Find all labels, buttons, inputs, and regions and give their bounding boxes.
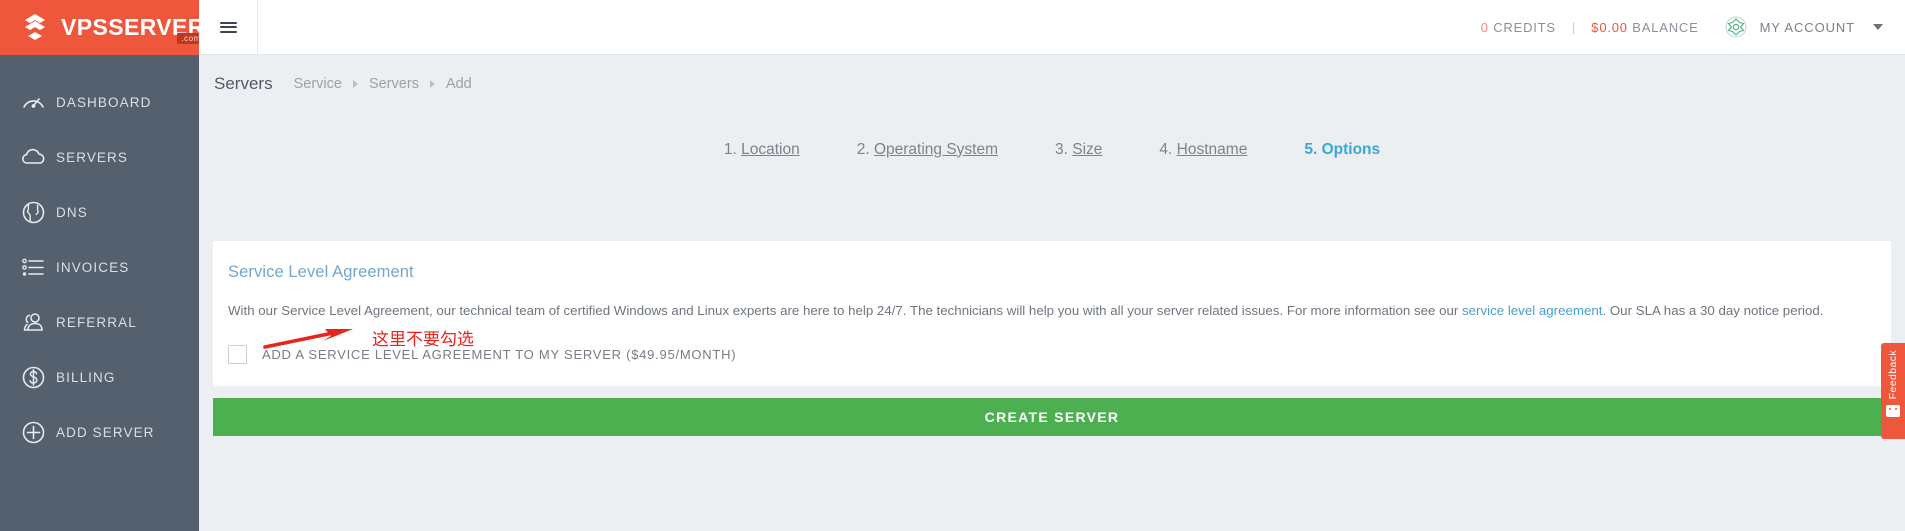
balance-value: $0.00: [1591, 19, 1628, 35]
step-label: Location: [741, 140, 800, 158]
globe-icon: [10, 199, 56, 226]
topbar-right-group: 0 CREDITS | $0.00 BALANCE MY ACCOUNT: [1481, 16, 1905, 38]
sla-description: With our Service Level Agreement, our te…: [213, 282, 1875, 321]
step-label: Size: [1072, 140, 1103, 158]
sla-checkbox[interactable]: [228, 345, 247, 364]
step-operating-system[interactable]: 2. Operating System: [857, 141, 998, 159]
step-label: Operating System: [873, 140, 999, 158]
sidebar-item-servers[interactable]: SERVERS: [0, 130, 199, 185]
sidebar-item-dashboard[interactable]: DASHBOARD: [0, 75, 199, 130]
sidebar-item-label: DNS: [56, 205, 88, 220]
brand-logo-area[interactable]: VPSSERVER .com: [0, 0, 205, 55]
sidebar-item-label: SERVERS: [56, 150, 128, 165]
sidebar-item-add-server[interactable]: ADD SERVER: [0, 405, 199, 460]
app-root: VPSSERVER .com DASHBOARD SERVERS DNS INV…: [0, 0, 1905, 531]
chevron-down-icon[interactable]: [1873, 24, 1883, 30]
breadcrumb-item-service[interactable]: Service: [294, 76, 342, 92]
cloud-icon: [10, 144, 56, 171]
sidebar-item-dns[interactable]: DNS: [0, 185, 199, 240]
feedback-tab[interactable]: Feedback: [1881, 343, 1905, 439]
sidebar-item-label: REFERRAL: [56, 315, 137, 330]
sidebar-item-referral[interactable]: REFERRAL: [0, 295, 199, 350]
list-icon: [10, 254, 56, 281]
users-icon: [10, 309, 56, 336]
breadcrumb: Servers Service Servers Add: [199, 55, 1905, 112]
gauge-icon: [10, 89, 56, 116]
sidebar-nav: DASHBOARD SERVERS DNS INVOICES REFERRAL …: [0, 55, 199, 460]
step-number: 3.: [1055, 140, 1068, 158]
feedback-face-icon: [1886, 405, 1900, 418]
feedback-label: Feedback: [1887, 350, 1899, 400]
balance-indicator[interactable]: $0.00 BALANCE: [1591, 20, 1698, 35]
page-title: Servers: [214, 73, 273, 93]
step-number: 2.: [856, 140, 870, 158]
step-options[interactable]: 5. Options: [1304, 141, 1380, 159]
sidebar-item-label: BILLING: [56, 370, 116, 385]
breadcrumb-separator-icon: [429, 79, 435, 88]
balance-label: BALANCE: [1632, 19, 1699, 35]
sidebar-item-billing[interactable]: BILLING: [0, 350, 199, 405]
sidebar-item-label: ADD SERVER: [56, 425, 155, 440]
credits-label: CREDITS: [1493, 19, 1556, 35]
sla-checkbox-row[interactable]: ADD A SERVICE LEVEL AGREEMENT TO MY SERV…: [228, 345, 736, 364]
breadcrumb-item-add[interactable]: Add: [446, 76, 472, 92]
main-content: Servers Service Servers Add 1. Location …: [199, 55, 1905, 531]
dollar-circle-icon: [10, 364, 56, 391]
step-number: 4.: [1159, 140, 1173, 158]
breadcrumb-separator-icon: [352, 79, 358, 88]
flower-badge-icon: [1725, 16, 1747, 38]
sla-panel: Service Level Agreement With our Service…: [213, 241, 1891, 386]
my-account-label[interactable]: MY ACCOUNT: [1760, 20, 1855, 35]
breadcrumb-item-servers[interactable]: Servers: [369, 76, 419, 92]
wizard-steps: 1. Location 2. Operating System 3. Size …: [199, 112, 1905, 187]
sla-checkbox-label: ADD A SERVICE LEVEL AGREEMENT TO MY SERV…: [262, 347, 737, 362]
step-label: Options: [1321, 140, 1381, 158]
topbar-separator: |: [1571, 19, 1576, 35]
sidebar-item-label: INVOICES: [56, 260, 130, 275]
step-number: 5.: [1304, 140, 1318, 158]
sidebar-item-label: DASHBOARD: [56, 95, 152, 110]
sidebar-item-invoices[interactable]: INVOICES: [0, 240, 199, 295]
top-bar: 0 CREDITS | $0.00 BALANCE MY ACCOUNT: [199, 0, 1905, 55]
credits-indicator[interactable]: 0 CREDITS: [1481, 20, 1556, 35]
step-location[interactable]: 1. Location: [724, 141, 800, 159]
hamburger-icon[interactable]: [199, 0, 258, 54]
sla-description-part1: With our Service Level Agreement, our te…: [228, 303, 1463, 318]
sidebar: VPSSERVER .com DASHBOARD SERVERS DNS INV…: [0, 0, 205, 531]
step-size[interactable]: 3. Size: [1055, 141, 1102, 159]
vpsserver-logo-icon: [25, 13, 45, 40]
sla-link[interactable]: service level agreement: [1462, 303, 1602, 318]
step-hostname[interactable]: 4. Hostname: [1159, 141, 1247, 159]
sla-panel-title: Service Level Agreement: [228, 263, 414, 281]
plus-circle-icon: [10, 419, 56, 446]
credits-value: 0: [1480, 19, 1489, 35]
step-number: 1.: [723, 140, 737, 158]
create-server-button[interactable]: CREATE SERVER: [213, 398, 1891, 436]
step-label: Hostname: [1176, 140, 1248, 158]
sla-description-part2: . Our SLA has a 30 day notice period.: [1602, 303, 1824, 318]
